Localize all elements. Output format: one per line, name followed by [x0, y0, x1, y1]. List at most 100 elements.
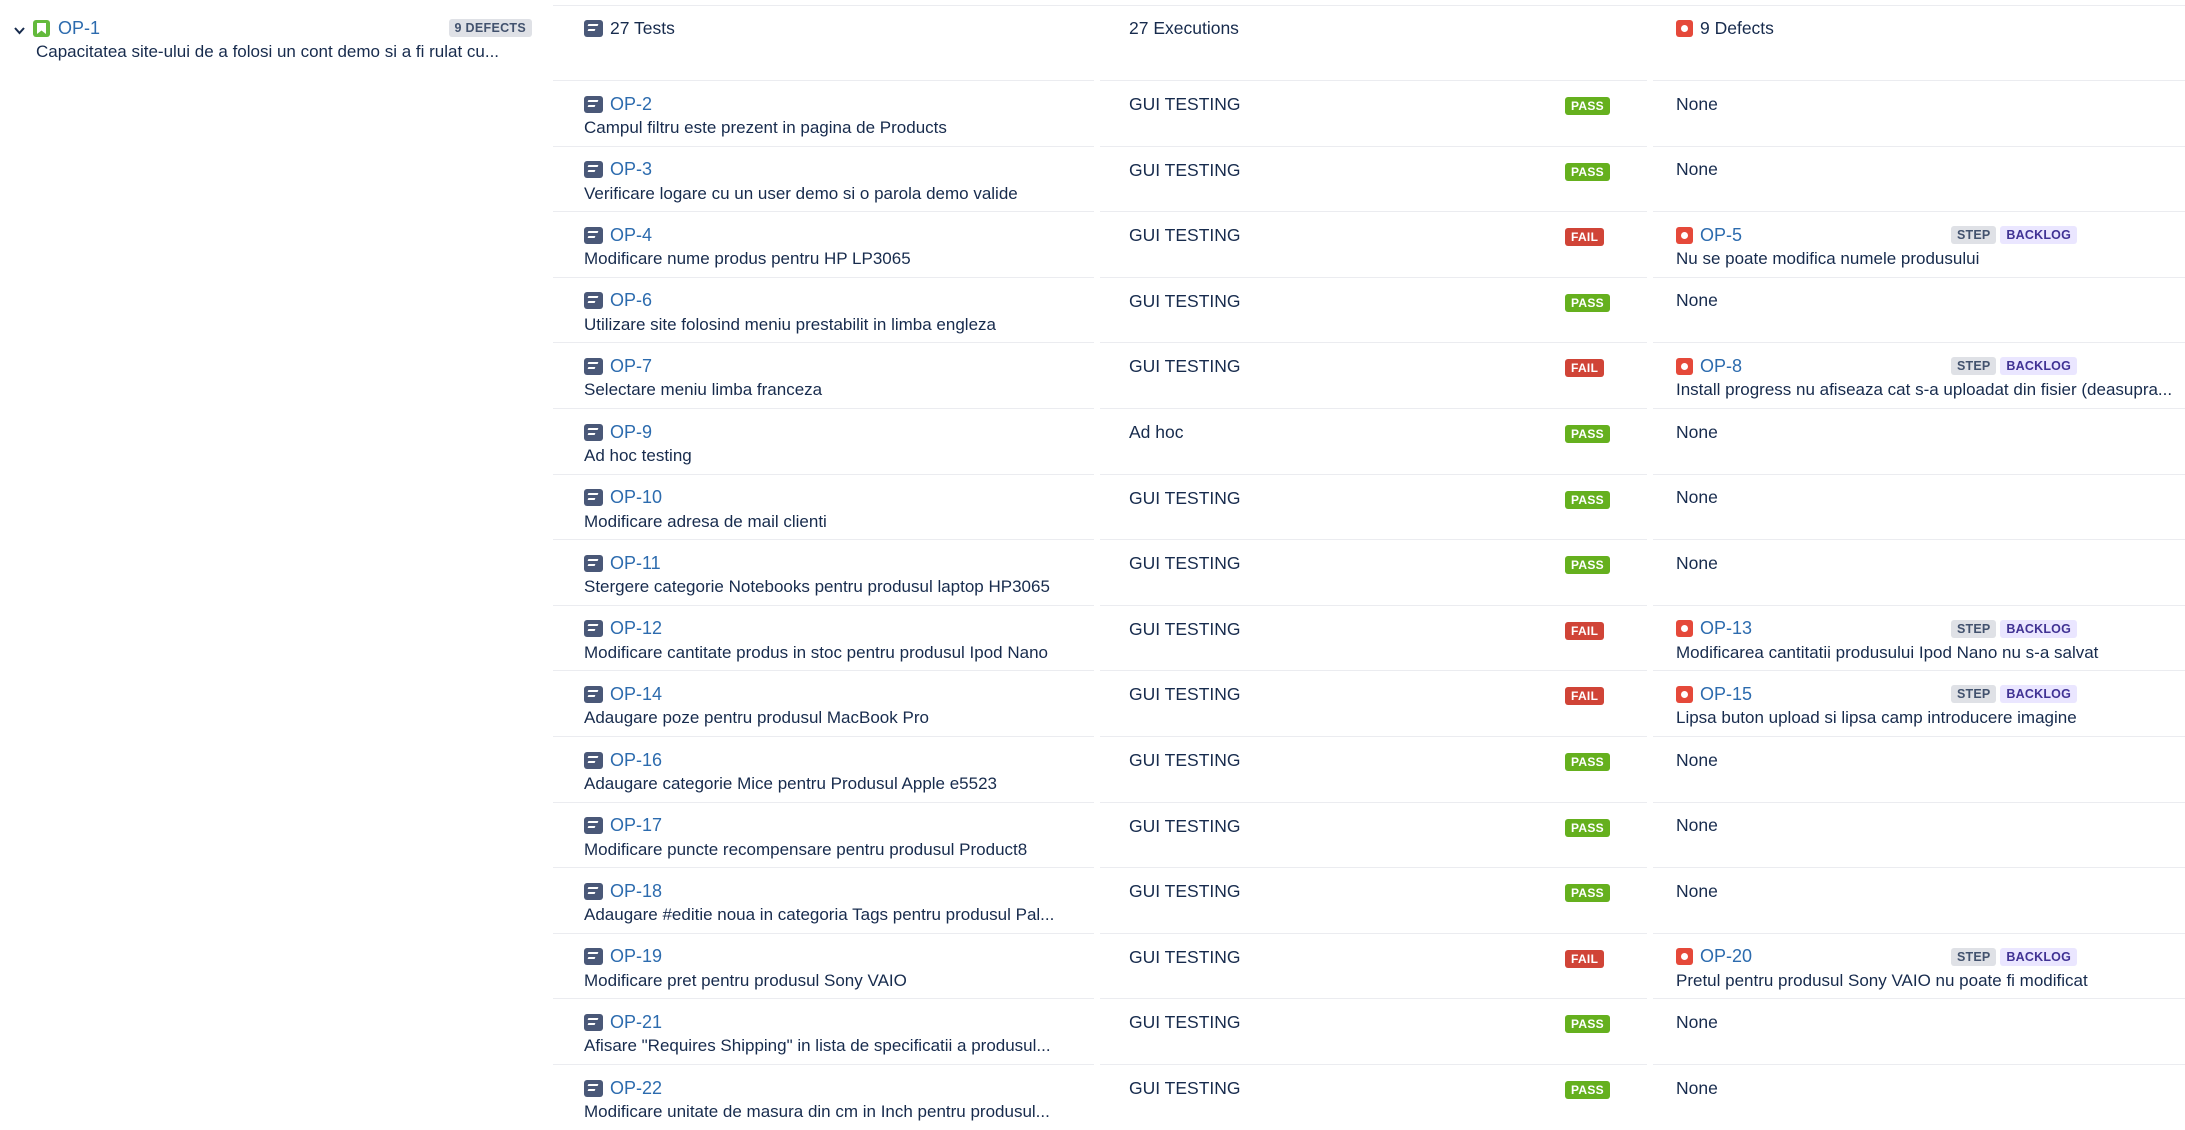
backlog-tag: BACKLOG	[2000, 619, 2077, 638]
row-divider	[553, 867, 1094, 869]
test-cell: OP-21 Afisare "Requires Shipping" in lis…	[584, 1011, 1124, 1056]
status-badge: PASS	[1565, 425, 1610, 443]
executions-count-header: 27 Executions	[1129, 14, 1239, 42]
execution-label[interactable]: GUI TESTING	[1129, 880, 1241, 902]
defect-key-link[interactable]: OP-5	[1700, 225, 1742, 246]
test-summary: Adaugare #editie noua in categoria Tags …	[584, 905, 1055, 925]
execution-label[interactable]: GUI TESTING	[1129, 1011, 1241, 1033]
test-cell: OP-19 Modificare pret pentru produsul So…	[584, 946, 1124, 991]
test-cell: OP-4 Modificare nume produs pentru HP LP…	[584, 224, 1124, 269]
defect-key-link[interactable]: OP-20	[1700, 946, 1752, 967]
defect-key-link[interactable]: OP-13	[1700, 618, 1752, 639]
step-tag: STEP	[1950, 619, 1997, 638]
test-cell: OP-22 Modificare unitate de masura din c…	[584, 1077, 1124, 1122]
execution-label[interactable]: GUI TESTING	[1129, 93, 1241, 115]
test-key-link[interactable]: OP-10	[610, 487, 662, 508]
test-icon	[584, 685, 603, 703]
defect-summary: Pretul pentru produsul Sony VAIO nu poat…	[1676, 970, 2088, 990]
backlog-tag: BACKLOG	[2000, 357, 2077, 376]
status-badge: PASS	[1565, 556, 1610, 575]
backlog-tag: BACKLOG	[2000, 947, 2077, 966]
row-divider	[553, 80, 1094, 81]
test-key-link[interactable]: OP-17	[610, 815, 662, 836]
execution-label[interactable]: GUI TESTING	[1129, 487, 1241, 509]
requirement-cell: OP-1 9 DEFECTS Capacitatea site-ului de …	[12, 14, 532, 62]
row-divider	[1653, 211, 2185, 213]
tests-count-label: 27 Tests	[610, 17, 675, 38]
requirement-key-link[interactable]: OP-1	[58, 18, 100, 39]
defect-summary: Install progress nu afiseaza cat s-a upl…	[1676, 380, 2173, 400]
execution-label[interactable]: GUI TESTING	[1129, 290, 1241, 312]
defect-cell: None	[1676, 93, 2185, 115]
execution-label[interactable]: Ad hoc	[1129, 421, 1183, 443]
execution-label[interactable]: GUI TESTING	[1129, 749, 1241, 771]
execution-label[interactable]: GUI TESTING	[1129, 224, 1241, 246]
defect-key-link[interactable]: OP-15	[1700, 684, 1752, 705]
test-icon	[584, 1013, 603, 1031]
test-key-link[interactable]: OP-11	[610, 553, 661, 574]
test-summary: Adaugare poze pentru produsul MacBook Pr…	[584, 708, 929, 728]
test-icon	[584, 751, 603, 769]
defect-cell: None	[1676, 1077, 2185, 1099]
execution-label[interactable]: GUI TESTING	[1129, 159, 1241, 181]
execution-label[interactable]: GUI TESTING	[1129, 1077, 1241, 1099]
row-divider	[1100, 867, 1647, 869]
defect-cell: None	[1676, 487, 2185, 509]
row-divider	[1653, 604, 2185, 606]
bug-icon	[1676, 620, 1693, 638]
test-key-link[interactable]: OP-3	[610, 159, 652, 180]
execution-label[interactable]: GUI TESTING	[1129, 618, 1241, 640]
table-row: OP-22 Modificare unitate de masura din c…	[553, 1064, 2185, 1130]
status-badge: PASS	[1565, 1081, 1610, 1099]
test-summary: Stergere categorie Notebooks pentru prod…	[584, 577, 1050, 597]
test-key-link[interactable]: OP-22	[610, 1078, 662, 1099]
row-divider	[1653, 473, 2185, 475]
row-divider	[1100, 998, 1647, 1000]
test-key-link[interactable]: OP-19	[610, 946, 662, 967]
test-cell: OP-2 Campul filtru este prezent in pagin…	[584, 93, 1124, 138]
execution-label[interactable]: GUI TESTING	[1129, 552, 1241, 574]
defect-cell: OP-13 STEP BACKLOG Modificarea cantitati…	[1676, 618, 2185, 663]
test-icon	[584, 489, 603, 507]
test-key-link[interactable]: OP-2	[610, 94, 652, 115]
defect-key-link[interactable]: OP-8	[1700, 356, 1742, 377]
defect-cell: OP-15 STEP BACKLOG Lipsa buton upload si…	[1676, 683, 2185, 728]
execution-label[interactable]: GUI TESTING	[1129, 355, 1241, 377]
test-summary: Modificare unitate de masura din cm in I…	[584, 1102, 1050, 1121]
chevron-down-icon[interactable]	[12, 23, 27, 38]
status-badge: PASS	[1565, 490, 1610, 509]
execution-label[interactable]: GUI TESTING	[1129, 946, 1241, 968]
row-divider	[553, 211, 1094, 213]
row-divider	[553, 145, 1094, 147]
bug-icon	[1676, 357, 1693, 375]
test-key-link[interactable]: OP-6	[610, 290, 652, 311]
execution-label[interactable]: GUI TESTING	[1129, 815, 1241, 837]
status-badge: PASS	[1565, 753, 1610, 771]
test-key-link[interactable]: OP-14	[610, 684, 662, 705]
test-key-link[interactable]: OP-16	[610, 750, 662, 771]
row-divider	[553, 604, 1094, 606]
test-key-link[interactable]: OP-12	[610, 618, 662, 639]
story-icon	[33, 19, 50, 37]
test-cell: OP-12 Modificare cantitate produs in sto…	[584, 618, 1124, 663]
row-divider	[553, 539, 1094, 541]
test-icon	[584, 19, 603, 37]
execution-label[interactable]: GUI TESTING	[1129, 683, 1241, 705]
test-key-link[interactable]: OP-4	[610, 225, 652, 246]
test-cell: OP-11 Stergere categorie Notebooks pentr…	[584, 552, 1124, 597]
row-divider	[1653, 801, 2185, 803]
table-row: OP-7 Selectare meniu limba franceza GUI …	[553, 342, 2185, 408]
test-key-link[interactable]: OP-7	[610, 356, 652, 377]
status-badge: PASS	[1565, 97, 1610, 115]
test-key-link[interactable]: OP-9	[610, 422, 652, 443]
row-divider	[1100, 801, 1647, 803]
test-key-link[interactable]: OP-18	[610, 881, 662, 902]
step-tag: STEP	[1950, 226, 1997, 245]
test-summary: Afisare "Requires Shipping" in lista de …	[584, 1036, 1051, 1056]
test-icon	[584, 554, 603, 572]
row-divider	[1653, 80, 2185, 81]
row-divider	[553, 736, 1094, 737]
test-key-link[interactable]: OP-21	[610, 1012, 662, 1033]
test-summary: Modificare adresa de mail clienti	[584, 511, 827, 531]
defect-cell: OP-20 STEP BACKLOG Pretul pentru produsu…	[1676, 946, 2185, 991]
